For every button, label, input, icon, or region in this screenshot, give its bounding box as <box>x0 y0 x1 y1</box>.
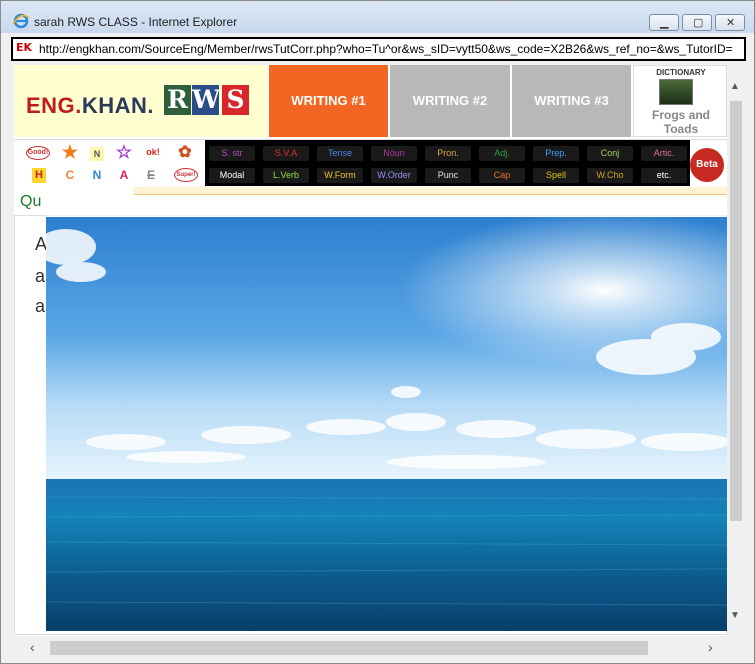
sticker-a[interactable]: A <box>117 168 131 182</box>
site-favicon-icon: EK <box>16 41 33 54</box>
maximize-button[interactable]: ▢ <box>682 14 712 31</box>
page-content: ENG.KHAN. R W S WRITING #1 WRITING #2 WR… <box>14 65 745 636</box>
dictionary-thumbnail <box>659 79 693 105</box>
address-bar[interactable]: EK http://engkhan.com/SourceEng/Member/r… <box>11 37 746 61</box>
dictionary-label: DICTIONARY <box>656 68 706 77</box>
essay-text-line-3: a <box>35 296 46 316</box>
grammar-tag-w-cho[interactable]: W.Cho <box>587 168 633 183</box>
logo-eng: ENG <box>26 93 76 118</box>
site-logo[interactable]: ENG.KHAN. R W S <box>14 65 267 137</box>
grammar-tag-modal[interactable]: Modal <box>209 168 255 183</box>
close-button[interactable]: ✕ <box>715 14 745 31</box>
grammar-tag-artic[interactable]: Artic. <box>641 146 687 161</box>
grammar-tag-spell[interactable]: Spell <box>533 168 579 183</box>
address-url[interactable]: http://engkhan.com/SourceEng/Member/rwsT… <box>39 42 744 56</box>
sticker-c[interactable]: C <box>63 168 77 182</box>
logo-tile-w: W <box>192 85 221 115</box>
sticker-n-blue[interactable]: N <box>90 168 104 182</box>
sticker-star-filled[interactable]: ★ <box>61 142 79 163</box>
sticker-star-outline[interactable]: ☆ <box>115 142 133 163</box>
vertical-scrollbar[interactable]: ▲ ▼ <box>727 65 745 636</box>
horizontal-scrollbar[interactable]: ‹ › <box>14 637 745 659</box>
vertical-scroll-thumb[interactable] <box>730 101 742 521</box>
grammar-tag-etc[interactable]: etc. <box>641 168 687 183</box>
grammar-tag-w-form[interactable]: W.Form <box>317 168 363 183</box>
grammar-tag-s-str[interactable]: S. str <box>209 146 255 161</box>
question-title: Qu <box>20 193 42 210</box>
logo-dot: . <box>75 93 82 118</box>
sticker-n[interactable]: N <box>90 147 104 161</box>
grammar-tag-cap[interactable]: Cap <box>479 168 525 183</box>
grammar-tag-pron[interactable]: Pron. <box>425 146 471 161</box>
grammar-tag-adj[interactable]: Adj. <box>479 146 525 161</box>
dictionary-word[interactable]: Frogs and Toads <box>634 108 728 136</box>
feedback-toolbar: Good! ★ N ☆ ok! ✿ H C N A E Super! S. st… <box>14 139 727 187</box>
beta-button[interactable]: Beta <box>690 148 724 182</box>
grammar-tag-tense[interactable]: Tense <box>317 146 363 161</box>
grammar-tag-w-order[interactable]: W.Order <box>371 168 417 183</box>
logo-text: ENG.KHAN. <box>26 93 154 119</box>
scroll-right-icon[interactable]: › <box>708 639 713 655</box>
dictionary-word-line1: Frogs and <box>651 108 710 122</box>
horizontal-scroll-thumb[interactable] <box>50 641 648 655</box>
sticker-h[interactable]: H <box>32 168 46 183</box>
internet-explorer-icon <box>13 13 29 29</box>
grammar-tag-l-verb[interactable]: L.Verb <box>263 168 309 183</box>
sticker-e[interactable]: E <box>144 168 158 182</box>
scroll-up-icon[interactable]: ▲ <box>730 81 740 92</box>
grammar-tag-panel: S. str S.V.A Tense Noun Pron. Adj. Prep. Conj Ar… <box>205 140 690 186</box>
logo-tile-s: S <box>222 85 249 115</box>
grammar-tag-prep[interactable]: Prep. <box>533 146 579 161</box>
logo-tile-r: R <box>164 85 191 115</box>
tab-writing-1[interactable]: WRITING #1 <box>269 65 388 137</box>
scroll-down-icon[interactable]: ▼ <box>730 610 740 621</box>
scroll-left-icon[interactable]: ‹ <box>30 639 35 655</box>
browser-window: sarah RWS CLASS - Internet Explorer ▁ ▢ … <box>0 0 755 664</box>
dictionary-widget[interactable]: DICTIONARY Frogs and Toads <box>633 65 727 137</box>
sticker-super[interactable]: Super! <box>174 168 198 182</box>
minimize-button[interactable]: ▁ <box>649 14 679 31</box>
tab-writing-3[interactable]: WRITING #3 <box>512 65 631 137</box>
window-title: sarah RWS CLASS - Internet Explorer <box>34 15 238 29</box>
question-header-bar <box>134 187 727 195</box>
title-bar: sarah RWS CLASS - Internet Explorer ▁ ▢ … <box>1 1 754 33</box>
grammar-tag-noun[interactable]: Noun <box>371 146 417 161</box>
logo-khan: KHAN. <box>81 93 154 118</box>
grammar-tag-conj[interactable]: Conj <box>587 146 633 161</box>
grammar-tag-punc[interactable]: Punc <box>425 168 471 183</box>
ocean-sky-image[interactable] <box>46 217 727 631</box>
essay-text-line-2: a <box>35 266 46 286</box>
sticker-flower[interactable]: ✿ <box>176 142 194 162</box>
dictionary-word-line2: Toads <box>663 122 699 136</box>
grammar-tag-s-v-a[interactable]: S.V.A <box>263 146 309 161</box>
sticker-good[interactable]: Good! <box>26 146 50 160</box>
tab-writing-2[interactable]: WRITING #2 <box>390 65 510 137</box>
sticker-ok[interactable]: ok! <box>144 147 162 157</box>
